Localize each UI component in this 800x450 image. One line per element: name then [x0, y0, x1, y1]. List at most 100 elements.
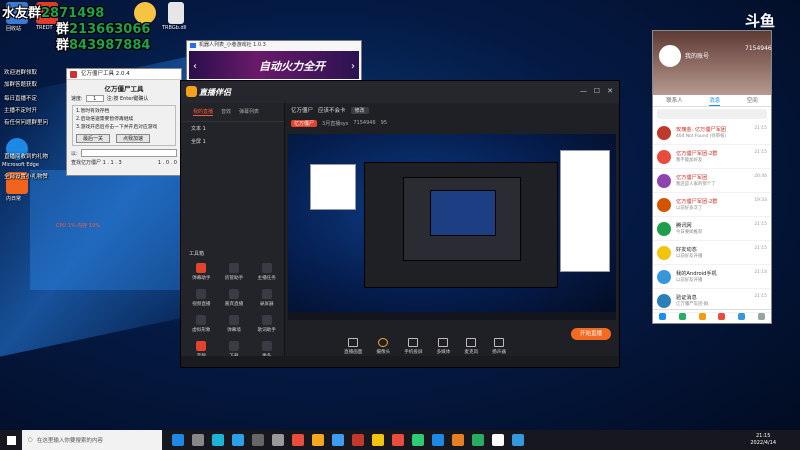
message-item[interactable]: 亿万僵尸军团-2群 我不能加好友 21:15: [653, 145, 771, 169]
overlay-note: 主播不定时开: [4, 108, 38, 114]
message-time: 21:15: [754, 294, 767, 299]
desktop-icon-label: TRBGb.dll: [162, 25, 187, 31]
maximize-icon[interactable]: ☐: [594, 87, 600, 95]
taskbar-app-icon[interactable]: [172, 434, 184, 446]
tool-label: 弹幕助手: [192, 276, 211, 281]
start-button[interactable]: [0, 430, 22, 450]
tab-danmaku[interactable]: 弹幕列表: [239, 108, 259, 116]
taskbar-app-icon[interactable]: [232, 434, 244, 446]
taskbar-app-icon[interactable]: [472, 434, 484, 446]
tool-avatar[interactable]: 虚拟形象: [185, 315, 218, 333]
tool-lyrics[interactable]: 歌词助手: [250, 315, 283, 333]
message-time: 20:46: [754, 174, 767, 179]
overlay-note: 加群答题获取: [4, 82, 38, 88]
message-text: 验证消息 亿万僵尸军团-群: [676, 294, 767, 307]
scene-item[interactable]: 文本 1: [181, 122, 284, 135]
edit-title-button[interactable]: 修改: [350, 106, 369, 114]
taskbar-app-icon[interactable]: [292, 434, 304, 446]
taskbar-app-icon[interactable]: [212, 434, 224, 446]
settings-icon[interactable]: [757, 313, 765, 320]
tab-my-live[interactable]: 我的直播: [193, 108, 214, 116]
control-media[interactable]: 多媒体: [437, 338, 450, 355]
tool-window-titlebar[interactable]: 亿万僵尸工具 2.0.4: [67, 69, 181, 80]
arrow-right-icon[interactable]: ›: [351, 61, 355, 72]
taskbar-app-icon[interactable]: [452, 434, 464, 446]
tool-danmaku-wall[interactable]: 弹幕墙: [218, 315, 251, 333]
taskbar-app-icon[interactable]: [252, 434, 264, 446]
video-icon: [196, 289, 207, 299]
taskbar-app-icon[interactable]: [352, 434, 364, 446]
tool-label: 视频直播: [192, 302, 211, 307]
taskbar-app-icon[interactable]: [492, 434, 504, 446]
speed-input[interactable]: 1: [85, 95, 104, 102]
go-live-button[interactable]: 开始直播: [571, 328, 611, 340]
tab-space[interactable]: 空间: [747, 95, 758, 106]
tool-tasks[interactable]: 主播任务: [250, 263, 283, 281]
menu-icon[interactable]: [659, 313, 667, 320]
control-mic[interactable]: 麦克风: [464, 338, 478, 355]
tool-label: 嘉宾直播: [224, 302, 244, 307]
ad-window-titlebar[interactable]: 机器人列表_小巷游戏社 1.0.3: [187, 41, 361, 50]
ad-banner[interactable]: ‹ 自动火力全开 ›: [189, 51, 359, 79]
save-input[interactable]: [80, 149, 177, 157]
avatar[interactable]: [659, 45, 681, 67]
message-item[interactable]: 亿万僵尸军团 我还是人家的那个了 20:46: [653, 169, 771, 193]
speed-label: 速度:: [71, 96, 83, 102]
arrow-left-icon[interactable]: ‹: [193, 61, 197, 72]
control-label: 摄像头: [376, 350, 391, 355]
taskbar-app-icon[interactable]: [192, 434, 204, 446]
control-camera[interactable]: 摄像头: [376, 338, 390, 355]
overlay-group-label: 水友群: [2, 6, 42, 21]
tab-contacts[interactable]: 联系人: [666, 95, 683, 106]
message-preview: 我不能加好友: [676, 158, 703, 163]
message-item[interactable]: 玫瑰金. 亿万僵尸军团 404 Not Found (待审核) 21:15: [653, 121, 771, 145]
tool-room-manager[interactable]: 房管助手: [218, 263, 251, 281]
close-icon[interactable]: ✕: [607, 87, 613, 95]
wall-icon: [228, 315, 239, 325]
taskbar-search[interactable]: ○ 在这里输入你要搜索的内容: [22, 430, 162, 450]
tool-label: 虚拟形象: [192, 328, 211, 333]
stream-game: 亿万僵尸: [291, 108, 314, 114]
speed-up-button[interactable]: 点我加速: [116, 134, 151, 143]
taskbar-app-icon[interactable]: [272, 434, 284, 446]
contacts-icon[interactable]: [678, 313, 686, 320]
panel-search[interactable]: [657, 109, 767, 119]
avatar: [657, 149, 671, 164]
scene-item[interactable]: 全屏 1: [181, 135, 284, 148]
message-item[interactable]: 我的Android手机 以前好友开播 21:14: [653, 265, 771, 289]
app-topbar[interactable]: 直播伴侣 — ☐ ✕: [181, 81, 619, 103]
message-item[interactable]: 亿万僵尸军团-2群 以前好多次了 19:33: [653, 193, 771, 217]
tool-recorder[interactable]: 录屏器: [250, 289, 283, 307]
tool-window: 亿万僵尸工具 2.0.4 亿万僵尸工具 速度: 1 注:按 Enter键确认 1…: [66, 68, 182, 176]
message-item[interactable]: 腾讯网 今日要闻推荐 21:15: [653, 217, 771, 241]
taskbar-app-icon[interactable]: [392, 434, 404, 446]
tab-sound[interactable]: 音效: [221, 108, 231, 116]
minimize-icon[interactable]: —: [580, 87, 587, 95]
nested-chat-panel: [560, 150, 610, 272]
taskbar-clock[interactable]: 21:15 2022/4/14: [750, 433, 776, 447]
tool-danmaku-assistant[interactable]: 弹幕助手: [185, 263, 218, 281]
file-icon[interactable]: [168, 2, 184, 24]
stream-info-row: 亿万僵尸 3月直播sys 7154946 95: [286, 117, 619, 129]
control-screen[interactable]: 直播画面: [344, 338, 362, 355]
message-name: 验证消息: [676, 295, 697, 301]
taskbar-app-icon[interactable]: [512, 434, 524, 446]
apps-icon[interactable]: [737, 313, 745, 320]
tool-guest[interactable]: 嘉宾直播: [218, 289, 251, 307]
taskbar-app-icon[interactable]: [432, 434, 444, 446]
mail-icon[interactable]: [698, 313, 706, 320]
tool-video[interactable]: 视频直播: [185, 289, 218, 307]
message-text: 亿万僵尸军团 我还是人家的那个了: [676, 174, 767, 187]
message-item[interactable]: 好友动态 以前好友开播 21:15: [653, 241, 771, 265]
games-icon[interactable]: [718, 313, 726, 320]
control-mobile[interactable]: 手机投屏: [404, 338, 423, 355]
stream-preview[interactable]: [288, 134, 616, 320]
taskbar-app-icon[interactable]: [332, 434, 344, 446]
taskbar-app-icon[interactable]: [372, 434, 384, 446]
last-level-button[interactable]: 最后一关: [76, 134, 111, 143]
taskbar-app-icon[interactable]: [312, 434, 324, 446]
category-tag[interactable]: 亿万僵尸: [291, 119, 318, 127]
taskbar-app-icon[interactable]: [412, 434, 424, 446]
control-speaker[interactable]: 扬声器: [492, 338, 506, 355]
tab-messages[interactable]: 消息: [709, 95, 721, 106]
